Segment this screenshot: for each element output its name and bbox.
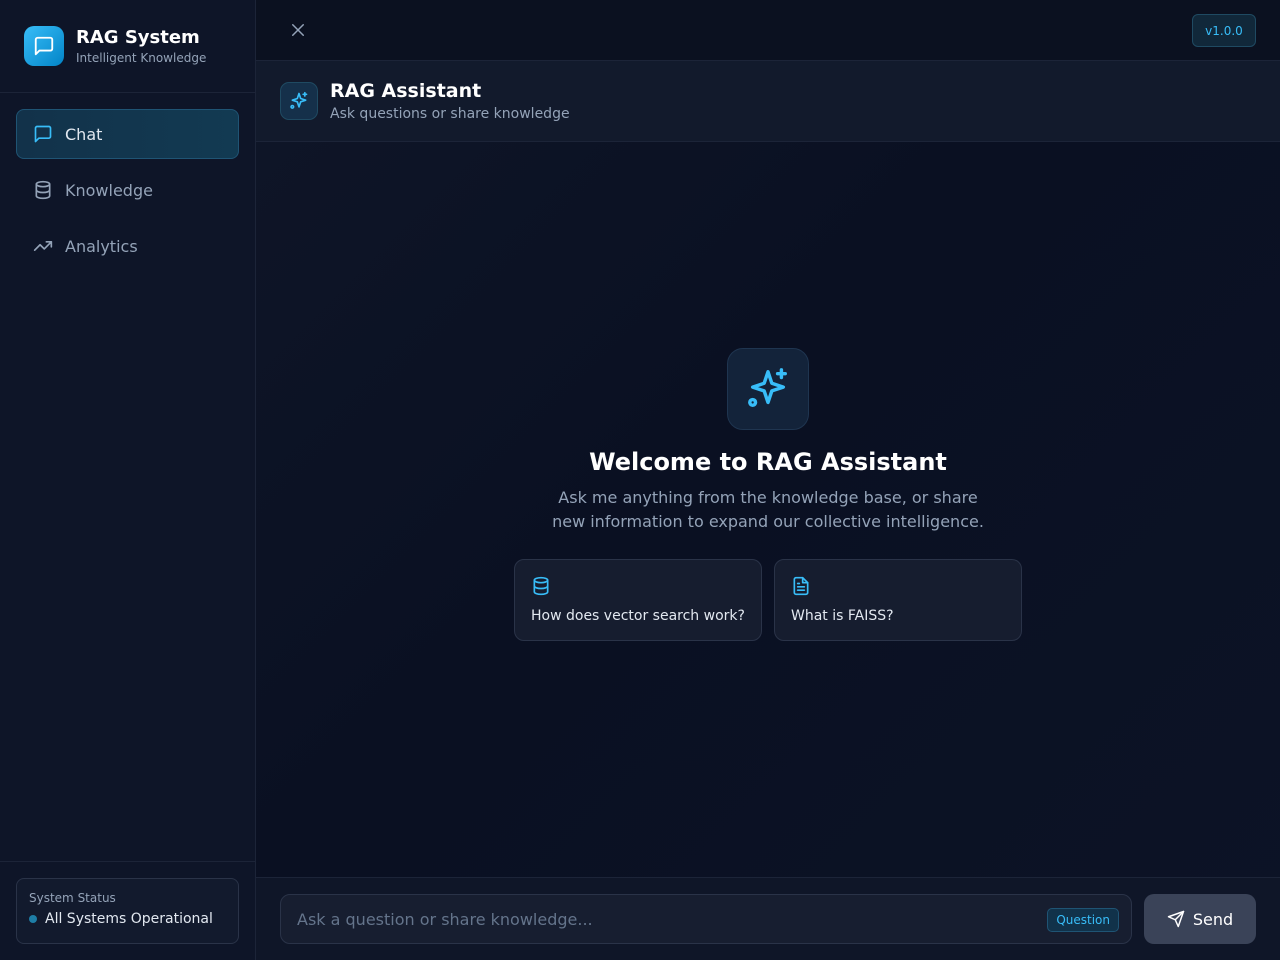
suggestion-card-vector-search[interactable]: How does vector search work?: [514, 559, 762, 641]
composer: Question Send: [256, 877, 1280, 960]
system-status-card: System Status All Systems Operational: [16, 878, 239, 944]
chat-title: RAG Assistant: [330, 80, 482, 102]
sidebar-item-label: Chat: [65, 124, 103, 144]
message-input[interactable]: [281, 895, 1131, 943]
welcome-title: Welcome to RAG Assistant: [589, 448, 947, 476]
sidebar-item-label: Analytics: [65, 236, 138, 256]
send-label: Send: [1192, 909, 1234, 929]
send-button[interactable]: Send: [1144, 894, 1256, 944]
version-badge: v1.0.0: [1192, 14, 1256, 47]
system-status-text: All Systems Operational: [45, 911, 213, 927]
sidebar-item-analytics[interactable]: Analytics: [16, 221, 239, 271]
system-status-line: All Systems Operational: [29, 911, 226, 927]
message-input-wrapper: Question: [280, 894, 1132, 944]
sparkles-icon: [280, 82, 318, 120]
welcome-section: Welcome to RAG Assistant Ask me anything…: [256, 348, 1280, 641]
main-panel: v1.0.0 RAG Assistant Ask questions or sh…: [256, 0, 1280, 960]
sparkles-icon: [727, 348, 809, 430]
topbar: v1.0.0: [256, 0, 1280, 61]
status-dot-icon: [29, 915, 37, 923]
suggestion-card-faiss[interactable]: What is FAISS?: [774, 559, 1022, 641]
chat-header: RAG Assistant Ask questions or share kno…: [256, 61, 1280, 142]
chat-subtitle: Ask questions or share knowledge: [330, 106, 570, 122]
mode-badge: Question: [1047, 908, 1119, 932]
suggestions: How does vector search work? What is FAI…: [256, 559, 1280, 641]
welcome-text: Ask me anything from the knowledge base,…: [552, 488, 984, 531]
sidebar: RAG System Intelligent Knowledge Chat Kn…: [0, 0, 256, 960]
system-status-label: System Status: [29, 891, 116, 905]
message-square-icon: [24, 26, 64, 66]
suggestion-text: What is FAISS?: [791, 608, 894, 624]
system-status-section: System Status All Systems Operational: [0, 861, 255, 960]
file-text-icon: [791, 576, 811, 600]
sidebar-item-chat[interactable]: Chat: [16, 109, 239, 159]
brand: RAG System Intelligent Knowledge: [0, 0, 255, 93]
database-icon: [33, 180, 53, 200]
sidebar-item-label: Knowledge: [65, 180, 153, 200]
trending-up-icon: [33, 236, 53, 256]
close-icon: [292, 24, 304, 36]
database-icon: [531, 576, 551, 600]
close-button[interactable]: [286, 18, 310, 42]
brand-title: RAG System: [76, 27, 200, 48]
message-square-icon: [33, 124, 53, 144]
send-icon: [1167, 910, 1185, 928]
sidebar-item-knowledge[interactable]: Knowledge: [16, 165, 239, 215]
suggestion-text: How does vector search work?: [531, 608, 745, 624]
sidebar-nav: Chat Knowledge Analytics: [0, 93, 255, 293]
brand-subtitle: Intelligent Knowledge: [76, 51, 207, 65]
